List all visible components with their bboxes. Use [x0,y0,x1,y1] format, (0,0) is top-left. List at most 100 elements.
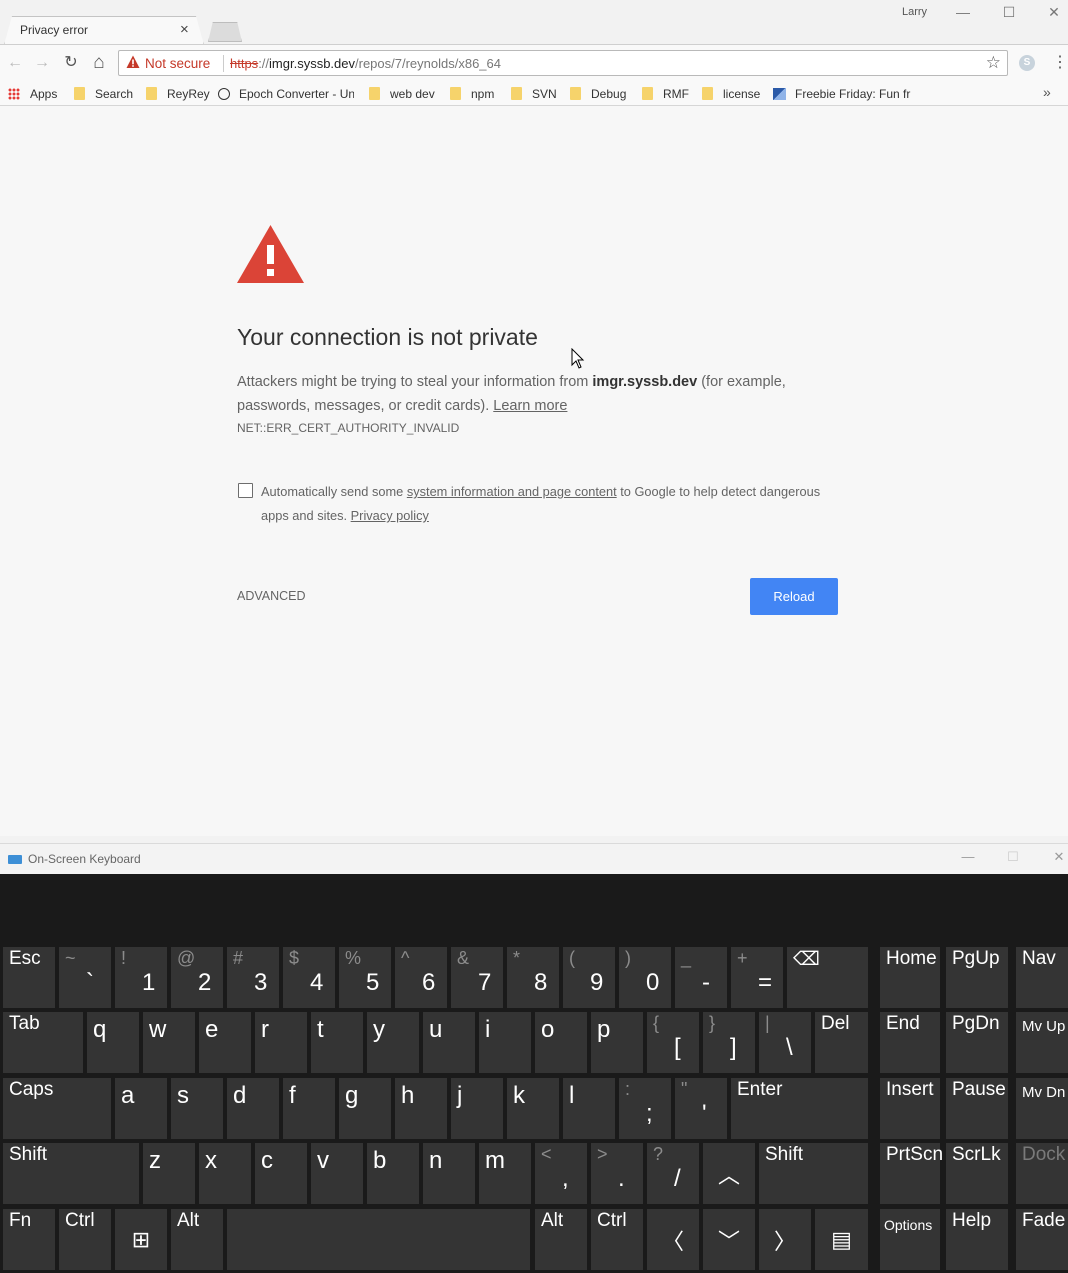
key-y[interactable]: y [367,1012,419,1073]
key-esc[interactable]: Esc [3,947,55,1008]
address-bar[interactable]: Not secure https://imgr.syssb.dev/repos/… [118,50,1008,76]
key-p[interactable]: p [591,1012,643,1073]
key-arrow-left[interactable]: 〈 [647,1209,699,1270]
key-x[interactable]: x [199,1143,251,1204]
key-3[interactable]: #3 [227,947,279,1008]
key-j[interactable]: j [451,1078,503,1139]
bookmarks-overflow-icon[interactable]: » [1043,84,1051,100]
key-mv-dn[interactable]: Mv Dn [1016,1078,1068,1139]
extension-icon[interactable]: S [1019,55,1035,71]
key-del[interactable]: Del [815,1012,868,1073]
new-tab-button[interactable] [208,22,242,42]
bookmark-npm[interactable]: npm [450,84,494,104]
key-home[interactable]: Home [880,947,940,1008]
key-pgup[interactable]: PgUp [946,947,1008,1008]
key-2[interactable]: @2 [171,947,223,1008]
key-9[interactable]: (9 [563,947,615,1008]
privacy-policy-link[interactable]: Privacy policy [351,508,429,523]
error-code[interactable]: NET::ERR_CERT_AUTHORITY_INVALID [237,421,459,435]
key-key[interactable]: :; [619,1078,671,1139]
key-caps[interactable]: Caps [3,1078,111,1139]
key-u[interactable]: u [423,1012,475,1073]
key-s[interactable]: s [171,1078,223,1139]
key-key[interactable]: <, [535,1143,587,1204]
key-6[interactable]: ^ 6 [395,947,447,1008]
key-o[interactable]: o [535,1012,587,1073]
learn-more-link[interactable]: Learn more [493,398,567,414]
key-pgdn[interactable]: PgDn [946,1012,1008,1073]
browser-menu-icon[interactable]: ⋮ [1052,53,1068,73]
key-5[interactable]: % 5 [339,947,391,1008]
key-key[interactable]: | \ [759,1012,811,1073]
key-v[interactable]: v [311,1143,363,1204]
key-1[interactable]: ! 1 [115,947,167,1008]
key-prtscn[interactable]: PrtScn [880,1143,943,1204]
key-w[interactable]: w [143,1012,195,1073]
bookmark-license[interactable]: license [702,84,760,104]
key-backspace[interactable]: ⌫ [787,947,868,1008]
bookmark-reyrey[interactable]: ReyRey [146,84,210,104]
key-windows[interactable]: ⊞ [115,1209,167,1270]
key-key[interactable]: _ - [675,947,727,1008]
close-window-icon[interactable]: ✕ [1039,2,1068,22]
key-shift[interactable]: Shift [3,1143,139,1204]
key-b[interactable]: b [367,1143,419,1204]
security-chip[interactable]: Not secure [145,56,210,71]
bookmark-debug[interactable]: Debug [570,84,626,104]
key-c[interactable]: c [255,1143,307,1204]
key-f[interactable]: f [283,1078,335,1139]
key-z[interactable]: z [143,1143,195,1204]
bookmark-svn[interactable]: SVN [511,84,557,104]
key-q[interactable]: q [87,1012,139,1073]
key-t[interactable]: t [311,1012,363,1073]
key-fn[interactable]: Fn [3,1209,55,1270]
key-i[interactable]: i [479,1012,531,1073]
key-help[interactable]: Help [946,1209,1008,1270]
key-ctrl[interactable]: Ctrl [591,1209,643,1270]
key-key[interactable]: ? / [647,1143,699,1204]
maximize-icon[interactable]: ☐ [994,2,1024,22]
profile-name[interactable]: Larry [902,6,927,18]
key-a[interactable]: a [115,1078,167,1139]
advanced-button[interactable]: ADVANCED [237,589,306,603]
bookmark-web-dev[interactable]: web dev [369,84,435,104]
key-fade[interactable]: Fade [1016,1209,1068,1270]
key-shift[interactable]: Shift [759,1143,868,1204]
key-alt[interactable]: Alt [535,1209,587,1270]
bookmark-search[interactable]: Search [74,84,133,104]
key-4[interactable]: $4 [283,947,335,1008]
forward-icon[interactable]: → [32,53,52,73]
key-h[interactable]: h [395,1078,447,1139]
osk-maximize-icon[interactable]: ☐ [1003,849,1023,865]
key-l[interactable]: l [563,1078,615,1139]
bookmark-epoch-converter[interactable]: Epoch Converter - Un [218,84,354,104]
key-8[interactable]: * 8 [507,947,559,1008]
key-key[interactable]: " ' [675,1078,727,1139]
bookmark-apps[interactable]: Apps [8,84,57,104]
key-insert[interactable]: Insert [880,1078,940,1139]
key-scrlk[interactable]: ScrLk [946,1143,1008,1204]
minimize-icon[interactable]: — [948,2,978,22]
key-key[interactable]: ~ ` [59,947,111,1008]
key-g[interactable]: g [339,1078,391,1139]
key-ctrl[interactable]: Ctrl [59,1209,111,1270]
bookmark-rmf[interactable]: RMF [642,84,689,104]
key-pause[interactable]: Pause [946,1078,1008,1139]
key-d[interactable]: d [227,1078,279,1139]
key-mv-up[interactable]: Mv Up [1016,1012,1068,1073]
key-menu[interactable]: ▤ [815,1209,868,1270]
key-m[interactable]: m [479,1143,531,1204]
key-e[interactable]: e [199,1012,251,1073]
bookmark-freebie-friday[interactable]: Freebie Friday: Fun fr [773,84,911,104]
reload-icon[interactable]: ↻ [61,53,81,73]
key-key[interactable]: {[ [647,1012,699,1073]
key-nav[interactable]: Nav [1016,947,1068,1008]
key-0[interactable]: ) 0 [619,947,671,1008]
reload-button[interactable]: Reload [750,578,838,615]
key-key[interactable]: >. [591,1143,643,1204]
key-tab[interactable]: Tab [3,1012,83,1073]
key-key[interactable]: }] [703,1012,755,1073]
key-key[interactable]: + = [731,947,783,1008]
key-r[interactable]: r [255,1012,307,1073]
system-info-link[interactable]: system information and page content [407,484,617,499]
